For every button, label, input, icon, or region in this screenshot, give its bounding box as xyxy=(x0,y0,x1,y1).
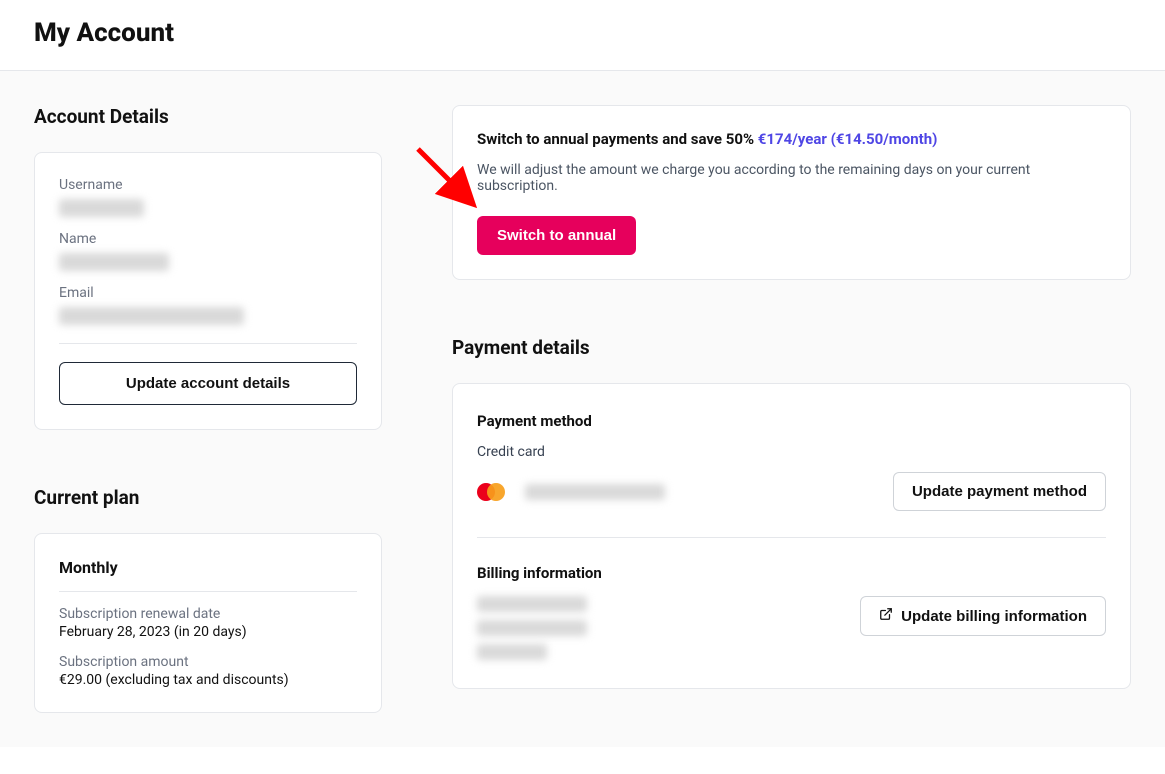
payment-method-section: Payment method Credit card Update paymen… xyxy=(477,412,1106,511)
name-value-redacted xyxy=(59,253,169,271)
username-field: Username xyxy=(59,177,357,217)
payment-details-card: Payment method Credit card Update paymen… xyxy=(452,383,1131,689)
divider xyxy=(477,537,1106,538)
promo-lead-bold: Switch to annual payments and save 50% xyxy=(477,130,754,148)
current-plan-card: Monthly Subscription renewal date Februa… xyxy=(34,533,382,713)
billing-info-row: Update billing information xyxy=(477,596,1106,660)
current-plan-heading: Current plan xyxy=(34,486,382,509)
email-field: Email xyxy=(59,285,357,325)
billing-info-heading: Billing information xyxy=(477,564,1106,582)
email-value-redacted xyxy=(59,307,244,325)
name-field: Name xyxy=(59,231,357,271)
divider xyxy=(59,591,357,592)
payment-details-heading: Payment details xyxy=(452,336,1131,359)
promo-lead: Switch to annual payments and save 50% €… xyxy=(477,130,1106,148)
main-content: Account Details Username Name Email Upda… xyxy=(0,71,1165,747)
update-account-button[interactable]: Update account details xyxy=(59,362,357,405)
promo-price-year: €174/year xyxy=(758,130,827,148)
promo-price-month: (€14.50/month) xyxy=(831,130,938,148)
billing-address-redacted xyxy=(477,596,587,660)
update-billing-label: Update billing information xyxy=(901,608,1087,625)
payment-method-heading: Payment method xyxy=(477,412,1106,430)
amount-value: €29.00 (excluding tax and discounts) xyxy=(59,672,357,688)
right-column: Switch to annual payments and save 50% €… xyxy=(452,105,1131,713)
username-label: Username xyxy=(59,177,357,193)
username-value-redacted xyxy=(59,199,144,217)
switch-to-annual-button[interactable]: Switch to annual xyxy=(477,216,636,255)
renewal-value: February 28, 2023 (in 20 days) xyxy=(59,624,357,640)
update-payment-method-button[interactable]: Update payment method xyxy=(893,472,1106,511)
renewal-label: Subscription renewal date xyxy=(59,606,357,622)
payment-method-row: Update payment method xyxy=(477,472,1106,511)
left-column: Account Details Username Name Email Upda… xyxy=(34,105,382,713)
payment-method-type: Credit card xyxy=(477,444,1106,460)
card-number-redacted xyxy=(525,484,665,500)
account-details-card: Username Name Email Update account detai… xyxy=(34,152,382,430)
promo-body: We will adjust the amount we charge you … xyxy=(477,162,1106,194)
plan-name: Monthly xyxy=(59,558,357,577)
switch-annual-card: Switch to annual payments and save 50% €… xyxy=(452,105,1131,280)
account-details-heading: Account Details xyxy=(34,105,382,128)
name-label: Name xyxy=(59,231,357,247)
billing-info-section: Billing information xyxy=(477,564,1106,660)
divider xyxy=(59,343,357,344)
update-billing-info-button[interactable]: Update billing information xyxy=(860,596,1106,636)
page-header: My Account xyxy=(0,0,1165,71)
external-link-icon xyxy=(879,607,893,625)
page-title: My Account xyxy=(34,18,1131,48)
card-info xyxy=(477,483,665,501)
amount-label: Subscription amount xyxy=(59,654,357,670)
email-label: Email xyxy=(59,285,357,301)
mastercard-icon xyxy=(477,483,505,501)
